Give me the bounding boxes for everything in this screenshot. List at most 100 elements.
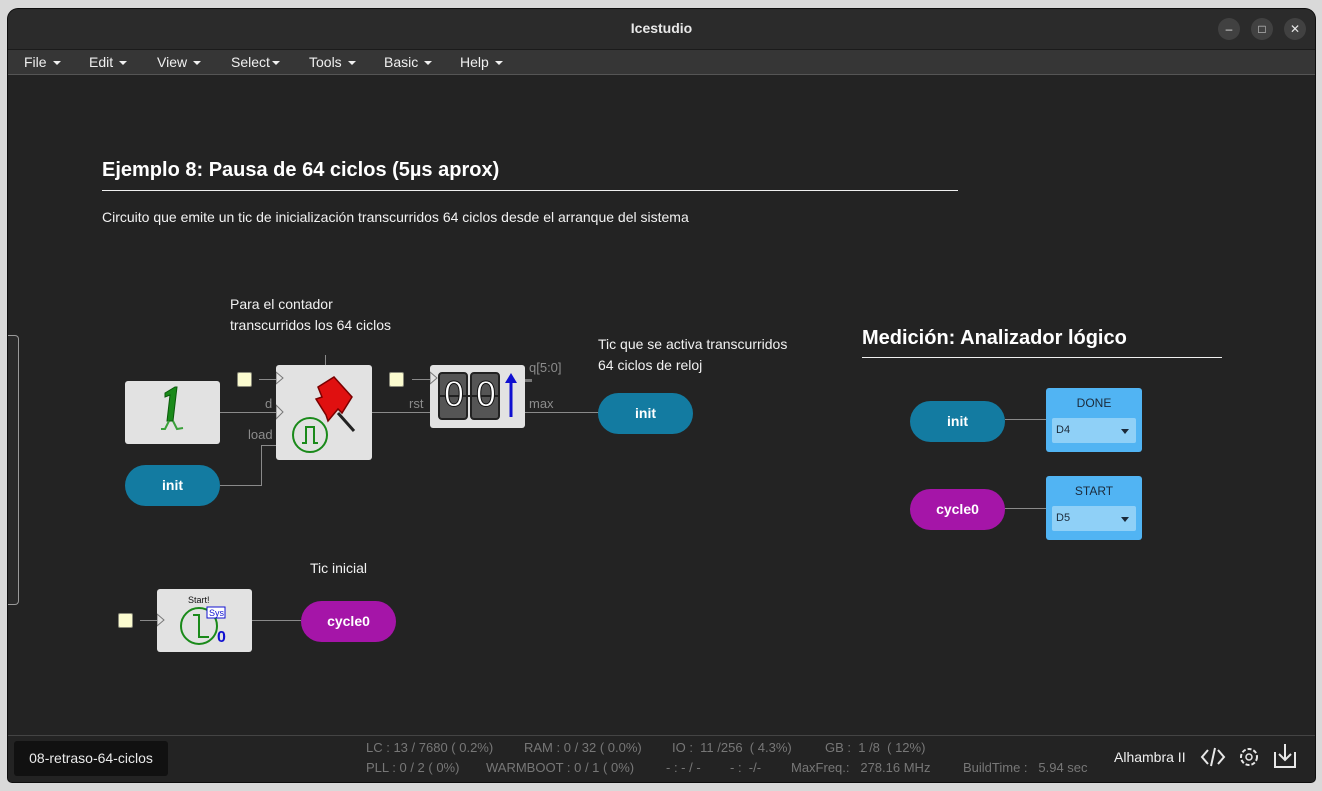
output-done-pin-select[interactable]: D4: [1052, 418, 1136, 443]
design-canvas[interactable]: Ejemplo 8: Pausa de 64 ciclos (5µs aprox…: [8, 75, 1315, 735]
menu-edit[interactable]: Edit: [89, 54, 128, 70]
chevron-down-icon: [1121, 429, 1129, 434]
wire-max-init: [525, 412, 599, 413]
page-title: Ejemplo 8: Pausa de 64 ciclos (5µs aprox…: [102, 159, 500, 181]
start-tick-block[interactable]: Start! Sys 0: [157, 589, 252, 652]
download-icon[interactable]: [1272, 742, 1298, 770]
comment-counter-line2: transcurridos los 64 ciclos: [230, 317, 392, 333]
menu-bar: File Edit View Select Tools Basic Help: [8, 50, 1315, 75]
port-max-label: max: [529, 396, 554, 411]
menu-file[interactable]: File: [24, 54, 61, 70]
output-done-name: DONE: [1076, 396, 1112, 410]
stat-ram: RAM : 0 / 32 ( 0.0%): [524, 740, 642, 755]
clock-input-pin[interactable]: [389, 372, 404, 387]
window-title: Icestudio: [630, 20, 693, 36]
chevron-down-icon: [1121, 517, 1129, 522]
constant-one-icon: [161, 386, 184, 431]
menu-view[interactable]: View: [157, 54, 202, 70]
port-d-label: d: [265, 396, 273, 411]
output-start-block[interactable]: START D5: [1046, 476, 1142, 540]
wire-pin2: [412, 379, 430, 380]
measure-title: Medición: Analizador lógico: [862, 327, 1127, 349]
menu-help[interactable]: Help: [460, 54, 503, 70]
stat-warmboot: WARMBOOT : 0 / 1 ( 0%): [486, 760, 635, 775]
counter-block[interactable]: 0 0: [430, 365, 525, 428]
menu-select[interactable]: Select: [231, 54, 280, 70]
wire-pin3: [140, 620, 157, 621]
chevron-down-icon: [193, 61, 202, 66]
clock-input-pin[interactable]: [118, 613, 133, 628]
comment-tick-line1: Tic que se activa transcurridos: [598, 336, 788, 352]
menu-select-label: Select: [231, 54, 270, 70]
wire-init-load-h: [220, 485, 262, 486]
comment-counter-line1: Para el contador: [230, 296, 333, 312]
output-start-name: START: [1074, 484, 1114, 498]
sys-badge: Sys: [209, 608, 225, 618]
init-measure-label[interactable]: init: [910, 401, 1005, 442]
menu-tools-label: Tools: [309, 54, 342, 70]
project-tab[interactable]: 08-retraso-64-ciclos: [14, 741, 168, 776]
port-q-label: q[5:0]: [529, 360, 562, 375]
pulse-pin-block[interactable]: [275, 365, 372, 460]
start-label: Start!: [188, 595, 210, 605]
comment-tick-line2: 64 ciclos de reloj: [598, 357, 703, 373]
output-start-pin-select[interactable]: D5: [1052, 506, 1136, 531]
output-done-pin-value: D4: [1056, 424, 1071, 436]
wire-cycle0-start: [1005, 508, 1046, 509]
comment-initial: Tic inicial: [310, 560, 368, 576]
title-bar: Icestudio – □ ✕: [8, 9, 1315, 50]
menu-tools[interactable]: Tools: [309, 54, 356, 70]
menu-view-label: View: [157, 54, 188, 70]
left-toolbar-dock[interactable]: [8, 335, 19, 605]
counter-digit: 0: [475, 375, 498, 416]
chevron-down-icon: [271, 61, 280, 66]
wire-top-stub: [325, 355, 326, 365]
stat-empty2: - : -/-: [730, 760, 762, 775]
code-icon[interactable]: [1200, 744, 1226, 770]
init-output-label[interactable]: init: [598, 393, 693, 434]
stat-empty1: - : - / -: [666, 760, 701, 775]
close-button[interactable]: ✕: [1284, 18, 1306, 40]
init-input-label[interactable]: init: [125, 465, 220, 506]
output-start-pin-value: D5: [1056, 512, 1071, 524]
title-underline: [102, 190, 958, 191]
stat-gb: GB : 1 /8 ( 12%): [825, 740, 926, 755]
chevron-down-icon: [494, 61, 503, 66]
settings-icon[interactable]: [1236, 744, 1262, 770]
board-name[interactable]: Alhambra II: [1114, 749, 1186, 765]
measure-underline: [862, 357, 1222, 358]
chevron-down-icon: [119, 61, 128, 66]
clock-input-pin[interactable]: [237, 372, 252, 387]
menu-file-label: File: [24, 54, 47, 70]
menu-basic-label: Basic: [384, 54, 419, 70]
cycle0-output-label[interactable]: cycle0: [301, 601, 396, 642]
constant-one-block[interactable]: [125, 381, 220, 444]
output-done-block[interactable]: DONE D4: [1046, 388, 1142, 452]
menu-help-label: Help: [460, 54, 489, 70]
chevron-down-icon: [52, 61, 61, 66]
port-rst-label: rst: [409, 396, 424, 411]
start-digit: 0: [217, 629, 226, 646]
maximize-button[interactable]: □: [1251, 18, 1273, 40]
menu-edit-label: Edit: [89, 54, 114, 70]
menu-basic[interactable]: Basic: [384, 54, 433, 70]
wire-const-d: [220, 412, 276, 413]
description-text: Circuito que emite un tic de inicializac…: [102, 209, 689, 225]
wire-init-load-v: [261, 445, 262, 486]
pushpin-icon: [275, 370, 356, 453]
wire-q-stub: [525, 379, 532, 382]
stat-io: IO : 11 /256 ( 4.3%): [672, 740, 792, 755]
wire-pulse-rst: [372, 412, 430, 413]
stat-pll: PLL : 0 / 2 ( 0%): [366, 760, 460, 775]
chevron-down-icon: [347, 61, 356, 66]
counter-digit: 0: [443, 375, 466, 416]
status-bar: 08-retraso-64-ciclos LC : 13 / 7680 ( 0.…: [8, 735, 1315, 782]
minimize-button[interactable]: –: [1218, 18, 1240, 40]
app-window: Icestudio – □ ✕ File Edit View Select To…: [8, 9, 1315, 782]
wire-init-load-h2: [261, 445, 276, 446]
wire-start-cycle0: [252, 620, 301, 621]
cycle0-measure-label[interactable]: cycle0: [910, 489, 1005, 530]
stat-maxfreq: MaxFreq.: 278.16 MHz: [791, 760, 931, 775]
stat-buildtime: BuildTime : 5.94 sec: [963, 760, 1088, 775]
wire-init-done: [1005, 419, 1046, 420]
